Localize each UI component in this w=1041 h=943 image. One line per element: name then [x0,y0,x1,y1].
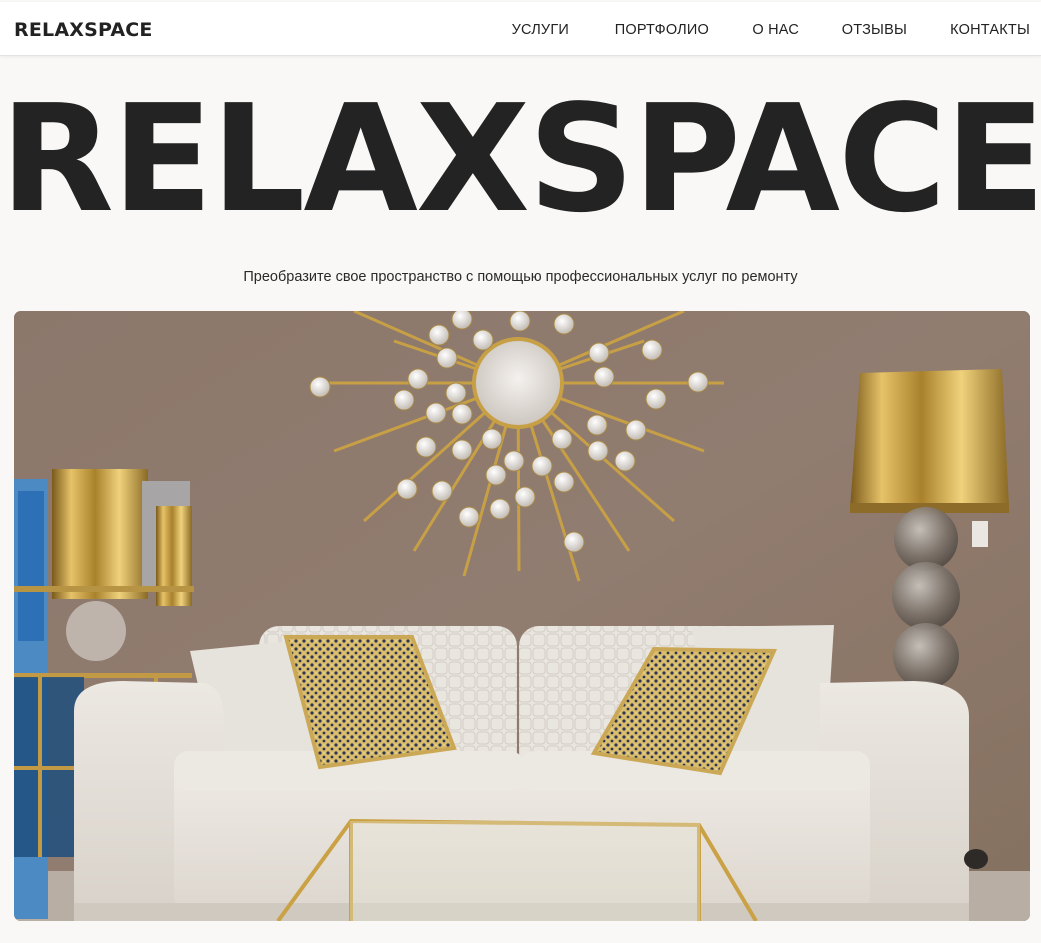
nav-link-portfolio[interactable]: ПОРТФОЛИО [615,22,709,38]
nav-link-contacts[interactable]: КОНТАКТЫ [950,22,1030,38]
glass-coffee-table [276,818,758,921]
hero-image [14,311,1030,921]
hero-title: RELAXSPACE [0,73,1041,245]
nav-link-services[interactable]: УСЛУГИ [512,22,569,38]
hero-subtitle: Преобразите свое пространство с помощью … [243,269,798,285]
nav-link-about[interactable]: О НАС [752,22,799,38]
living-room-photo [14,311,1030,921]
top-navbar: RELAXSPACE УСЛУГИ ПОРТФОЛИО О НАС ОТЗЫВЫ… [0,2,1041,56]
brand-logo[interactable]: RELAXSPACE [14,19,153,41]
nav-link-reviews[interactable]: ОТЗЫВЫ [842,22,907,38]
